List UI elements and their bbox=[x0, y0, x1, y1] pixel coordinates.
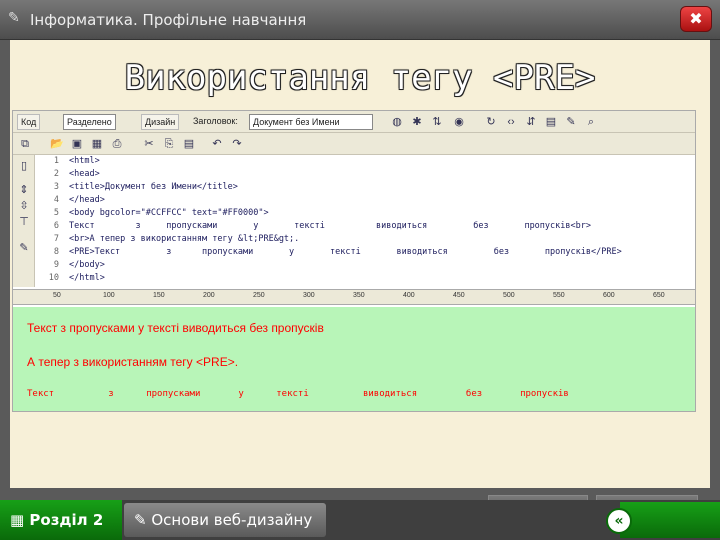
ruler-tick: 50 bbox=[53, 292, 61, 299]
code-line: 2 <head> bbox=[53, 169, 100, 179]
code-line: 7 <br>А тепер з використанням тегу &lt;PR… bbox=[53, 234, 300, 244]
code-line: 8 <PRE>Текст з пропусками у тексті виводи… bbox=[53, 247, 622, 257]
design-text-line: Текст з пропусками у тексті виводиться б… bbox=[27, 321, 324, 335]
section-label: ▦ Розділ 2 bbox=[0, 500, 122, 540]
validate-icon[interactable]: ⌕ bbox=[583, 114, 599, 130]
ruler-tick: 250 bbox=[253, 292, 265, 299]
title-input[interactable]: Документ без Имени bbox=[249, 114, 373, 130]
back-icon[interactable]: « bbox=[606, 508, 632, 534]
ruler-tick: 100 bbox=[103, 292, 115, 299]
code-line: 6 Текст з пропусками у тексті виводиться … bbox=[53, 221, 591, 231]
editor-toolbar: Код Разделено Дизайн Заголовок: Документ… bbox=[13, 111, 695, 133]
refresh-icon[interactable]: ↻ bbox=[483, 114, 499, 130]
slide-heading: Використання тегу <PRE> bbox=[124, 58, 596, 98]
pen-icon: ✎ bbox=[8, 10, 20, 26]
collapse-icon[interactable]: ⇳ bbox=[16, 199, 32, 212]
undo-icon[interactable]: ↶ bbox=[209, 136, 225, 152]
ruler-tick: 150 bbox=[153, 292, 165, 299]
window-title: Інформатика. Профільне навчання bbox=[30, 11, 307, 29]
debug-icon[interactable]: ✱ bbox=[409, 114, 425, 130]
ruler-tick: 400 bbox=[403, 292, 415, 299]
slide: Використання тегу <PRE> Код Разделено Ди… bbox=[10, 40, 710, 521]
preview-icon[interactable]: ◉ bbox=[451, 114, 467, 130]
code-nav-icon[interactable]: ⇵ bbox=[523, 114, 539, 130]
print-icon[interactable]: ⎙ bbox=[109, 136, 125, 152]
ruler-tick: 450 bbox=[453, 292, 465, 299]
save-all-icon[interactable]: ▦ bbox=[89, 136, 105, 152]
comment-icon[interactable]: ✎ bbox=[16, 241, 32, 254]
code-line: 9 </body> bbox=[53, 260, 105, 270]
ruler-tick: 550 bbox=[553, 292, 565, 299]
design-view-button[interactable]: Дизайн bbox=[141, 114, 180, 130]
design-view[interactable]: Текст з пропусками у тексті виводиться б… bbox=[13, 307, 695, 411]
code-line: 5 <body bgcolor="#CCFFCC" text="#FF0000"> bbox=[53, 208, 269, 218]
design-text-line: А тепер з використанням тегу <PRE>. bbox=[27, 355, 239, 369]
ruler-tick: 300 bbox=[303, 292, 315, 299]
footer-green-bar bbox=[620, 502, 720, 538]
globe-icon[interactable]: ◍ bbox=[389, 114, 405, 130]
code-line: 1 <html> bbox=[53, 156, 100, 166]
ruler-tick: 350 bbox=[353, 292, 365, 299]
code-line: 3 <title>Документ без Имени</title> bbox=[53, 182, 238, 192]
design-pre-line: Текст з пропусками у тексті виводиться б… bbox=[27, 389, 569, 399]
insert-toolbar: ⧉ 📂 ▣ ▦ ⎙ ✂ ⎘ ▤ ↶ ↷ bbox=[13, 133, 695, 155]
window-titlebar: ✎ Інформатика. Профільне навчання ✖ bbox=[0, 0, 720, 40]
book-icon: ▦ bbox=[10, 511, 30, 529]
editor-window: Код Разделено Дизайн Заголовок: Документ… bbox=[12, 110, 696, 412]
split-view-button[interactable]: Разделено bbox=[63, 114, 116, 130]
expand-icon[interactable]: ⇕ bbox=[16, 183, 32, 196]
code-icon[interactable]: ⧉ bbox=[17, 136, 33, 152]
cut-icon[interactable]: ✂ bbox=[141, 136, 157, 152]
code-view[interactable]: 1 <html> 2 <head> 3 <title>Документ без Име… bbox=[35, 155, 695, 287]
code-gutter-toolbar: ▯ ⇕ ⇳ ⊤ ✎ bbox=[13, 155, 35, 287]
check-page-icon[interactable]: ▤ bbox=[543, 114, 559, 130]
title-label: Заголовок: bbox=[193, 116, 238, 126]
ruler-tick: 650 bbox=[653, 292, 665, 299]
ruler-tick: 600 bbox=[603, 292, 615, 299]
select-parent-icon[interactable]: ⊤ bbox=[16, 215, 32, 228]
file-icon[interactable]: ▯ bbox=[16, 159, 32, 172]
view-options-icon[interactable]: ‹› bbox=[503, 114, 519, 130]
code-line: 4 </head> bbox=[53, 195, 105, 205]
ruler: 50 100 150 200 250 300 350 400 450 500 5… bbox=[13, 289, 695, 305]
topic-label: ✎ Основи веб-дизайну bbox=[124, 503, 326, 537]
save-icon[interactable]: ▣ bbox=[69, 136, 85, 152]
code-line: 10 </html> bbox=[48, 273, 105, 283]
ruler-tick: 200 bbox=[203, 292, 215, 299]
ruler-tick: 500 bbox=[503, 292, 515, 299]
copy-icon[interactable]: ⎘ bbox=[161, 136, 177, 152]
code-view-button[interactable]: Код bbox=[17, 114, 41, 130]
pen-icon: ✎ bbox=[134, 511, 152, 529]
close-button[interactable]: ✖ bbox=[680, 6, 712, 32]
open-icon[interactable]: 📂 bbox=[49, 136, 65, 152]
upload-icon[interactable]: ⇅ bbox=[429, 114, 445, 130]
paste-icon[interactable]: ▤ bbox=[181, 136, 197, 152]
visual-aids-icon[interactable]: ✎ bbox=[563, 114, 579, 130]
redo-icon[interactable]: ↷ bbox=[229, 136, 245, 152]
